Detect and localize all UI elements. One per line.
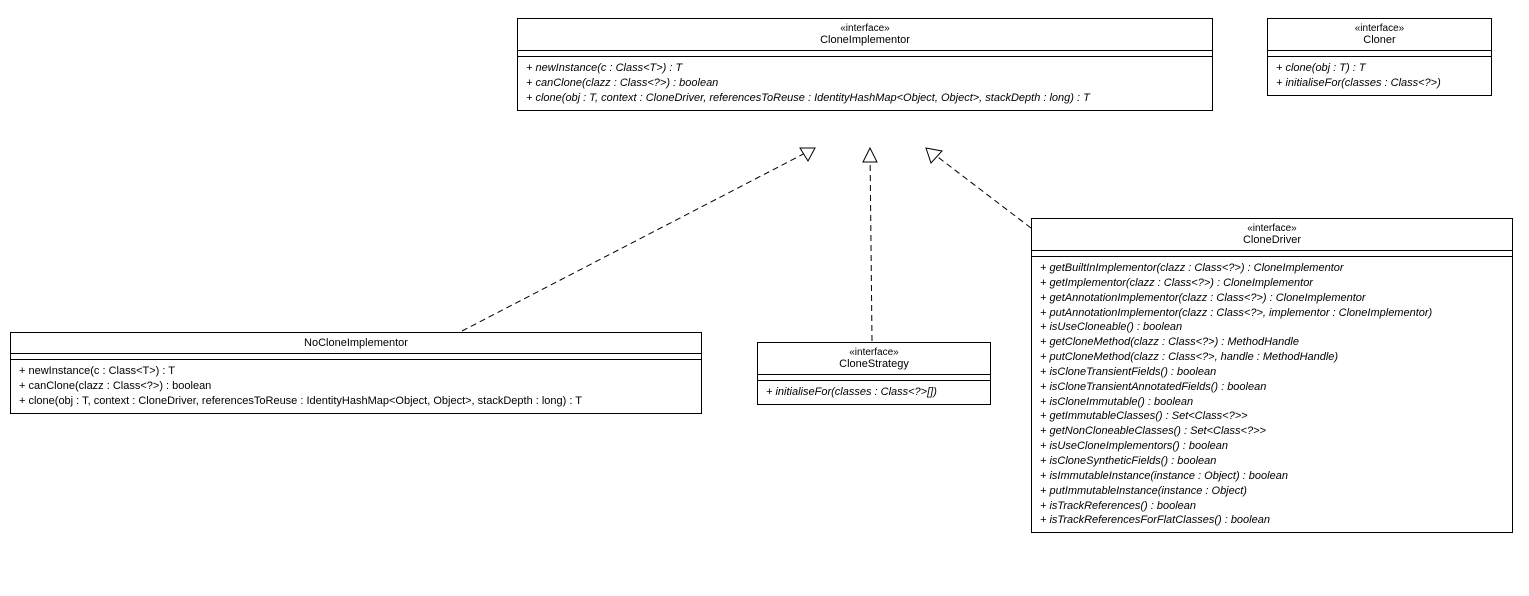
class-name: CloneImplementor bbox=[526, 34, 1204, 46]
method-row: + getImmutableClasses() : Set<Class<?>> bbox=[1040, 409, 1504, 424]
realization-line bbox=[462, 148, 815, 331]
method-row: + isCloneTransientAnnotatedFields() : bo… bbox=[1040, 380, 1504, 395]
stereotype-label: «interface» bbox=[766, 347, 982, 358]
class-header: «interface» CloneDriver bbox=[1032, 219, 1512, 251]
method-row: + clone(obj : T, context : CloneDriver, … bbox=[526, 91, 1204, 106]
stereotype-label: «interface» bbox=[1040, 223, 1504, 234]
class-methods: + initialiseFor(classes : Class<?>[]) bbox=[758, 381, 990, 404]
class-methods: + newInstance(c : Class<T>) : T + canClo… bbox=[11, 360, 701, 413]
method-row: + isCloneImmutable() : boolean bbox=[1040, 395, 1504, 410]
method-row: + isUseCloneable() : boolean bbox=[1040, 320, 1504, 335]
class-clone-strategy: «interface» CloneStrategy + initialiseFo… bbox=[757, 342, 991, 405]
class-header: «interface» CloneImplementor bbox=[518, 19, 1212, 51]
class-header: NoCloneImplementor bbox=[11, 333, 701, 354]
realization-line bbox=[870, 148, 872, 341]
class-clone-implementor: «interface» CloneImplementor + newInstan… bbox=[517, 18, 1213, 111]
class-name: CloneDriver bbox=[1040, 234, 1504, 246]
method-row: + canClone(clazz : Class<?>) : boolean bbox=[526, 76, 1204, 91]
class-no-clone-implementor: NoCloneImplementor + newInstance(c : Cla… bbox=[10, 332, 702, 414]
method-row: + initialiseFor(classes : Class<?>[]) bbox=[766, 385, 982, 400]
method-row: + isTrackReferences() : boolean bbox=[1040, 499, 1504, 514]
method-row: + initialiseFor(classes : Class<?>) bbox=[1276, 76, 1483, 91]
method-row: + isImmutableInstance(instance : Object)… bbox=[1040, 469, 1504, 484]
class-header: «interface» CloneStrategy bbox=[758, 343, 990, 375]
method-row: + isTrackReferencesForFlatClasses() : bo… bbox=[1040, 513, 1504, 528]
method-row: + newInstance(c : Class<T>) : T bbox=[526, 61, 1204, 76]
arrowhead-icon bbox=[863, 148, 877, 162]
stereotype-label: «interface» bbox=[1276, 23, 1483, 34]
class-cloner: «interface» Cloner + clone(obj : T) : T … bbox=[1267, 18, 1492, 96]
class-clone-driver: «interface» CloneDriver + getBuiltInImpl… bbox=[1031, 218, 1513, 533]
method-row: + getBuiltInImplementor(clazz : Class<?>… bbox=[1040, 261, 1504, 276]
method-row: + newInstance(c : Class<T>) : T bbox=[19, 364, 693, 379]
class-name: CloneStrategy bbox=[766, 358, 982, 370]
class-name: NoCloneImplementor bbox=[19, 337, 693, 349]
method-row: + putImmutableInstance(instance : Object… bbox=[1040, 484, 1504, 499]
realization-line bbox=[926, 148, 1031, 228]
method-row: + putCloneMethod(clazz : Class<?>, handl… bbox=[1040, 350, 1504, 365]
method-row: + clone(obj : T, context : CloneDriver, … bbox=[19, 394, 693, 409]
class-name: Cloner bbox=[1276, 34, 1483, 46]
method-row: + isUseCloneImplementors() : boolean bbox=[1040, 439, 1504, 454]
method-row: + getAnnotationImplementor(clazz : Class… bbox=[1040, 291, 1504, 306]
class-methods: + newInstance(c : Class<T>) : T + canClo… bbox=[518, 57, 1212, 110]
stereotype-label: «interface» bbox=[526, 23, 1204, 34]
method-row: + clone(obj : T) : T bbox=[1276, 61, 1483, 76]
method-row: + canClone(clazz : Class<?>) : boolean bbox=[19, 379, 693, 394]
arrowhead-icon bbox=[800, 148, 815, 161]
class-methods: + getBuiltInImplementor(clazz : Class<?>… bbox=[1032, 257, 1512, 532]
method-row: + getImplementor(clazz : Class<?>) : Clo… bbox=[1040, 276, 1504, 291]
method-row: + isCloneTransientFields() : boolean bbox=[1040, 365, 1504, 380]
method-row: + putAnnotationImplementor(clazz : Class… bbox=[1040, 306, 1504, 321]
arrowhead-icon bbox=[926, 148, 942, 163]
method-row: + getNonCloneableClasses() : Set<Class<?… bbox=[1040, 424, 1504, 439]
class-methods: + clone(obj : T) : T + initialiseFor(cla… bbox=[1268, 57, 1491, 95]
method-row: + getCloneMethod(clazz : Class<?>) : Met… bbox=[1040, 335, 1504, 350]
method-row: + isCloneSyntheticFields() : boolean bbox=[1040, 454, 1504, 469]
class-header: «interface» Cloner bbox=[1268, 19, 1491, 51]
